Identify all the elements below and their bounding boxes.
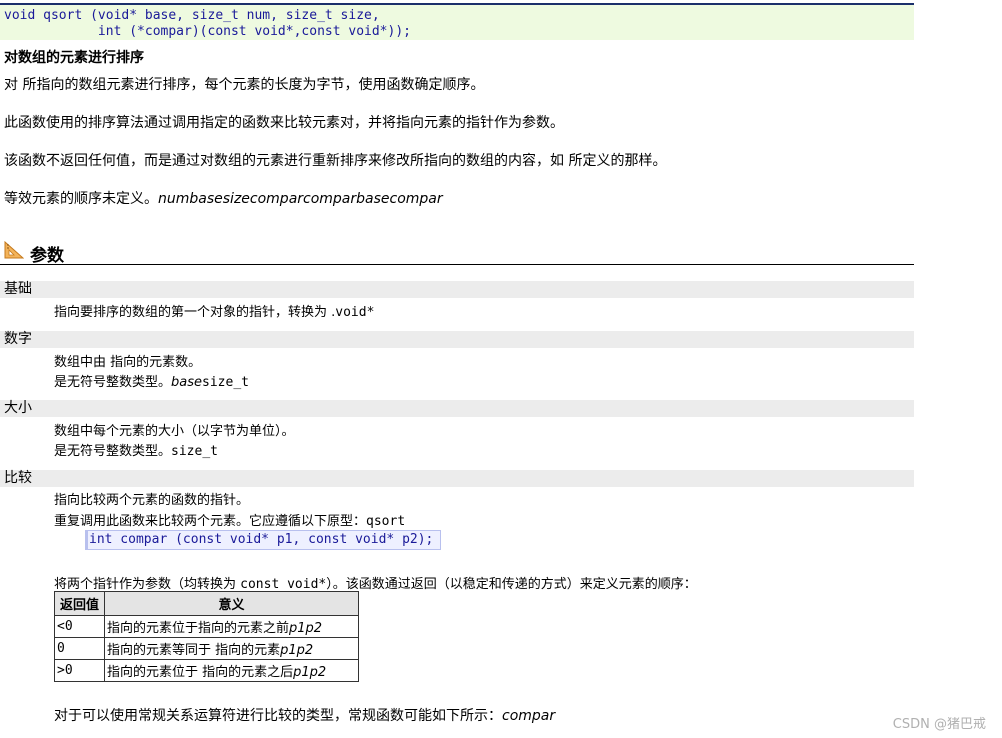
italic-run: numbasesizecomparcomparbasecompar bbox=[158, 191, 443, 207]
function-title: 对数组的元素进行排序 bbox=[4, 50, 144, 66]
table-header: 返回值 bbox=[54, 591, 105, 616]
prototype-line-1: void qsort (void* base, size_t num, size… bbox=[4, 8, 380, 23]
param-bar-size bbox=[0, 400, 914, 417]
param-desc-size-type: 是无符号整数类型。size_t bbox=[54, 444, 218, 459]
return-value-table: 返回值 意义 <0 指向的元素位于指向的元素之前p1p2 0 指向的元素等同于 … bbox=[54, 591, 359, 682]
table-cell: 指向的元素等同于 指向的元素p1p2 bbox=[104, 637, 359, 660]
prototype-line-2: int (*compar)(const void*,const void*)); bbox=[4, 24, 411, 39]
param-bar-compar bbox=[0, 470, 914, 487]
param-bar-base bbox=[0, 281, 914, 298]
parameters-title: 参数 bbox=[30, 246, 64, 266]
parameters-heading: 参数 bbox=[0, 238, 914, 266]
table-header: 意义 bbox=[104, 591, 359, 616]
param-name-num: 数字 bbox=[4, 331, 32, 347]
param-name-base: 基础 bbox=[4, 281, 32, 297]
description-paragraph: 对 所指向的数组元素进行排序，每个元素的长度为字节，使用函数确定顺序。 bbox=[4, 77, 485, 93]
table-row: <0 指向的元素位于指向的元素之前p1p2 bbox=[54, 615, 359, 638]
description-paragraph: 等效元素的顺序未定义。numbasesizecomparcomparbaseco… bbox=[4, 191, 443, 207]
param-name-compar: 比较 bbox=[4, 470, 32, 486]
ruler-triangle-icon bbox=[4, 240, 25, 259]
param-bar-num bbox=[0, 331, 914, 348]
table-cell: >0 bbox=[54, 659, 105, 682]
param-desc-size: 数组中每个元素的大小（以字节为单位）。 bbox=[54, 424, 295, 439]
param-desc-compar-order: 将两个指针作为参数（均转换为 const void*）。该函数通过返回（以稳定和… bbox=[54, 577, 697, 592]
table-header-row: 返回值 意义 bbox=[54, 591, 359, 616]
param-desc-num: 数组中由 指向的元素数。 bbox=[54, 355, 202, 370]
description-paragraph: 该函数不返回任何值，而是通过对数组的元素进行重新排序来修改所指向的数组的内容，如… bbox=[4, 153, 667, 169]
param-name-size: 大小 bbox=[4, 400, 32, 416]
table-row: >0 指向的元素位于 指向的元素之后p1p2 bbox=[54, 659, 359, 682]
param-desc-base: 指向要排序的数组的第一个对象的指针，转换为 .void* bbox=[54, 305, 375, 320]
footer-paragraph: 对于可以使用常规关系运算符进行比较的类型，常规函数可能如下所示：compar bbox=[54, 708, 556, 724]
param-desc-compar-proto: 重复调用此函数来比较两个元素。它应遵循以下原型：qsort bbox=[54, 514, 406, 529]
table-cell: 指向的元素位于 指向的元素之后p1p2 bbox=[104, 659, 359, 682]
table-cell: 0 bbox=[54, 637, 105, 660]
table-row: 0 指向的元素等同于 指向的元素p1p2 bbox=[54, 637, 359, 660]
param-desc-compar: 指向比较两个元素的函数的指针。 bbox=[54, 493, 250, 508]
compar-prototype-code: int compar (const void* p1, const void* … bbox=[85, 530, 441, 550]
param-desc-num-type: 是无符号整数类型。basesize_t bbox=[54, 375, 249, 390]
table-cell: <0 bbox=[54, 615, 105, 638]
description-paragraph: 此函数使用的排序算法通过调用指定的函数来比较元素对，并将指向元素的指针作为参数。 bbox=[4, 115, 564, 131]
prototype-box: void qsort (void* base, size_t num, size… bbox=[0, 3, 914, 40]
table-cell: 指向的元素位于指向的元素之前p1p2 bbox=[104, 615, 359, 638]
watermark: CSDN @猪巴戒 bbox=[892, 717, 986, 732]
